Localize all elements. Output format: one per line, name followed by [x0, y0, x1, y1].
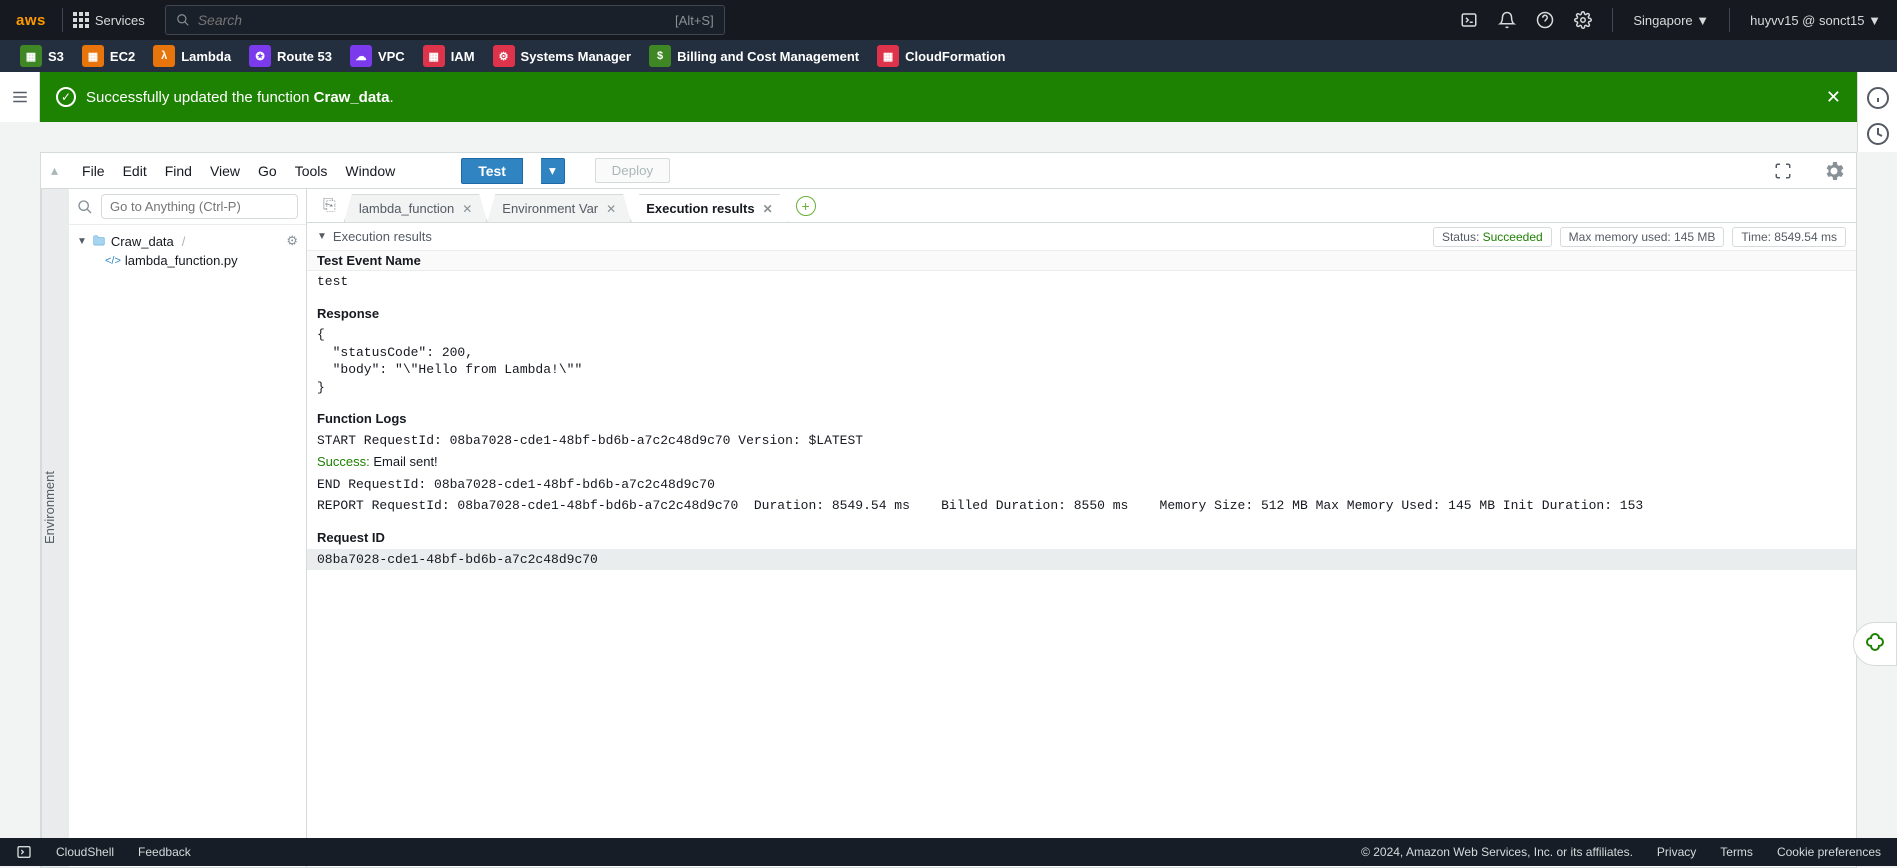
response-heading: Response	[307, 303, 1856, 325]
file-sidebar: ▼ Craw_data / ⚙ </> lambda_function.py	[69, 189, 307, 867]
banner-close-button[interactable]: ✕	[1826, 87, 1841, 108]
menu-file[interactable]: File	[82, 163, 105, 179]
ide-settings-icon[interactable]	[1822, 159, 1846, 183]
execution-results-content[interactable]: Test Event Name test Response { "statusC…	[307, 251, 1856, 867]
gear-icon[interactable]	[1574, 11, 1592, 29]
response-body: { "statusCode": 200, "body": "\"Hello fr…	[307, 324, 1856, 398]
execution-results-header: ▼ Execution results Status: Succeeded Ma…	[307, 223, 1856, 251]
python-file-icon: </>	[105, 255, 121, 267]
request-id-value: 08ba7028-cde1-48bf-bd6b-a7c2c48d9c70	[307, 549, 1856, 571]
tree-root[interactable]: ▼ Craw_data / ⚙	[77, 231, 298, 251]
log-line: START RequestId: 08ba7028-cde1-48bf-bd6b…	[307, 430, 1856, 452]
goto-anything-input[interactable]	[101, 194, 298, 219]
svc-billing[interactable]: $Billing and Cost Management	[649, 45, 859, 67]
svc-cfn[interactable]: ▦CloudFormation	[877, 45, 1005, 67]
search-icon	[176, 13, 190, 27]
cloudshell-icon[interactable]	[1460, 11, 1478, 29]
search-hint: [Alt+S]	[675, 13, 714, 28]
cloudshell-link[interactable]: CloudShell	[56, 845, 114, 859]
menu-edit[interactable]: Edit	[123, 163, 147, 179]
chevron-down-icon: ▼	[77, 236, 87, 247]
svc-lambda[interactable]: λLambda	[153, 45, 231, 67]
logs-heading: Function Logs	[307, 408, 1856, 430]
copyright-text: © 2024, Amazon Web Services, Inc. or its…	[1361, 845, 1633, 859]
side-drawer-toggle[interactable]	[0, 72, 40, 122]
activity-icon[interactable]	[1866, 122, 1890, 146]
tab-execution-results[interactable]: Execution results✕	[631, 194, 787, 222]
help-icon[interactable]	[1536, 11, 1554, 29]
menu-tools[interactable]: Tools	[295, 163, 328, 179]
cloudshell-icon[interactable]	[16, 844, 32, 860]
assistant-icon	[1863, 632, 1887, 656]
close-icon[interactable]: ✕	[606, 202, 616, 216]
log-line: REPORT RequestId: 08ba7028-cde1-48bf-bd6…	[307, 495, 1856, 517]
search-icon	[77, 199, 93, 215]
test-event-value: test	[307, 271, 1856, 293]
tree-gear-icon[interactable]: ⚙	[286, 233, 298, 249]
privacy-link[interactable]: Privacy	[1657, 845, 1696, 859]
services-label: Services	[95, 13, 145, 28]
file-label: lambda_function.py	[125, 253, 238, 268]
environment-rail[interactable]: Environment	[41, 189, 69, 867]
terms-link[interactable]: Terms	[1720, 845, 1753, 859]
assistant-widget[interactable]	[1853, 622, 1897, 666]
hamburger-icon	[11, 88, 29, 106]
aws-logo[interactable]: aws	[16, 12, 46, 29]
console-footer: CloudShell Feedback © 2024, Amazon Web S…	[0, 838, 1897, 866]
services-button[interactable]: Services	[73, 12, 145, 28]
search-input[interactable]	[198, 12, 667, 28]
menu-window[interactable]: Window	[345, 163, 395, 179]
close-icon[interactable]: ✕	[763, 202, 773, 216]
right-rail	[1857, 72, 1897, 152]
tab-collapse-icon[interactable]: ⎘	[315, 193, 344, 219]
global-search[interactable]: [Alt+S]	[165, 5, 725, 35]
menu-view[interactable]: View	[210, 163, 240, 179]
test-event-heading: Test Event Name	[307, 251, 1856, 271]
tree-file[interactable]: </> lambda_function.py	[77, 251, 298, 270]
user-menu[interactable]: huyvv15 @ sonct15 ▼	[1750, 13, 1881, 28]
grid-icon	[73, 12, 89, 28]
collapse-up-icon[interactable]: ▴	[51, 162, 58, 179]
svc-vpc[interactable]: ☁VPC	[350, 45, 405, 67]
menu-go[interactable]: Go	[258, 163, 277, 179]
deploy-button: Deploy	[595, 158, 671, 183]
close-icon[interactable]: ✕	[462, 202, 472, 216]
svc-ssm[interactable]: ⚙Systems Manager	[493, 45, 632, 67]
time-badge: Time: 8549.54 ms	[1732, 227, 1846, 247]
tab-env-vars[interactable]: Environment Var✕	[487, 194, 631, 222]
exec-header-label: Execution results	[333, 229, 432, 244]
chevron-down-icon[interactable]: ▼	[317, 231, 327, 242]
log-line: END RequestId: 08ba7028-cde1-48bf-bd6b-a…	[307, 474, 1856, 496]
log-line: Success: Email sent!	[307, 451, 1856, 474]
top-nav: aws Services [Alt+S] Singapore ▼ huyvv15…	[0, 0, 1897, 40]
menu-find[interactable]: Find	[165, 163, 192, 179]
test-button[interactable]: Test	[461, 158, 523, 184]
tab-lambda-function[interactable]: lambda_function✕	[344, 194, 487, 222]
editor-area: ⎘ lambda_function✕ Environment Var✕ Exec…	[307, 189, 1856, 867]
ide-menubar: ▴ File Edit Find View Go Tools Window Te…	[41, 153, 1856, 189]
status-badge: Status: Succeeded	[1433, 227, 1552, 247]
add-tab-button[interactable]: +	[796, 196, 816, 216]
region-selector[interactable]: Singapore ▼	[1633, 13, 1709, 28]
fullscreen-icon[interactable]	[1774, 162, 1792, 180]
bell-icon[interactable]	[1498, 11, 1516, 29]
editor-tabs: ⎘ lambda_function✕ Environment Var✕ Exec…	[307, 189, 1856, 223]
service-shortcuts-bar: ▦S3 ▦EC2 λLambda ✪Route 53 ☁VPC ▦IAM ⚙Sy…	[0, 40, 1897, 72]
svc-s3[interactable]: ▦S3	[20, 45, 64, 67]
code-editor-panel: ▴ File Edit Find View Go Tools Window Te…	[40, 152, 1857, 868]
banner-message: Successfully updated the function Craw_d…	[86, 89, 394, 106]
feedback-link[interactable]: Feedback	[138, 845, 191, 859]
folder-label: Craw_data	[111, 234, 174, 249]
success-banner: ✓ Successfully updated the function Craw…	[40, 72, 1857, 122]
info-icon[interactable]	[1866, 86, 1890, 110]
svc-route53[interactable]: ✪Route 53	[249, 45, 332, 67]
cookie-prefs-link[interactable]: Cookie preferences	[1777, 845, 1881, 859]
test-dropdown-button[interactable]: ▾	[541, 158, 565, 184]
memory-badge: Max memory used: 145 MB	[1560, 227, 1725, 247]
svc-ec2[interactable]: ▦EC2	[82, 45, 135, 67]
request-id-heading: Request ID	[307, 527, 1856, 549]
folder-icon	[91, 234, 107, 248]
svc-iam[interactable]: ▦IAM	[423, 45, 475, 67]
check-circle-icon: ✓	[56, 87, 76, 107]
